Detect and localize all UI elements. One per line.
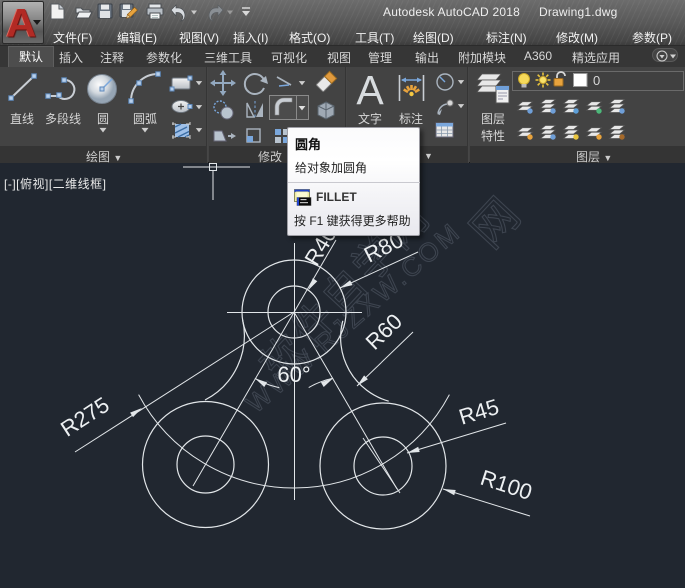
svg-text:0: 0 bbox=[593, 73, 600, 88]
svg-text:R60: R60 bbox=[361, 309, 407, 355]
svg-text:A: A bbox=[356, 67, 384, 113]
svg-text:R45: R45 bbox=[456, 394, 502, 430]
svg-text:60°: 60° bbox=[277, 362, 310, 387]
svg-text:R100: R100 bbox=[477, 465, 535, 505]
svg-text:R275: R275 bbox=[56, 392, 114, 442]
